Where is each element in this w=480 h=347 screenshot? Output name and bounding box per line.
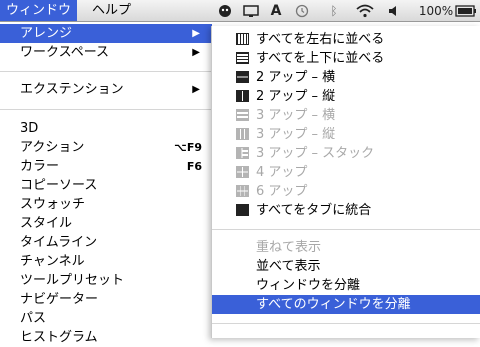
menu-item-label: エクステンション xyxy=(20,82,124,97)
submenu-item-tile-horizontal[interactable]: すべてを上下に並べる xyxy=(212,49,480,68)
bluetooth-icon[interactable]: ᛒ xyxy=(326,0,342,21)
submenu-item-label: すべてを上下に並べる xyxy=(256,51,385,66)
menu-item-styles[interactable]: スタイル xyxy=(0,214,212,233)
submenu-arrow-icon: ▶ xyxy=(192,47,200,58)
submenu-item-3up-stack: 3 アップ – スタック xyxy=(212,144,480,163)
submenu-item-2up-horizontal[interactable]: 2 アップ – 横 xyxy=(212,68,480,87)
three-up-stack-icon xyxy=(236,147,249,159)
submenu-item-label: すべてをタブに統合 xyxy=(256,203,372,218)
submenu-item-float-in-window[interactable]: ウィンドウを分離 xyxy=(212,276,480,295)
submenu-item-tile-vertical[interactable]: すべてを左右に並べる xyxy=(212,30,480,49)
menu-item-label: アクション xyxy=(20,140,85,155)
submenu-item-4up: 4 アップ xyxy=(212,163,480,182)
menu-item-label: アレンジ xyxy=(20,26,73,41)
menu-item-extensions[interactable]: エクステンション ▶ xyxy=(0,80,212,99)
menu-window[interactable]: ウィンドウ xyxy=(0,0,78,21)
submenu-item-label: 3 アップ – スタック xyxy=(256,146,375,161)
submenu-item-3up-horizontal: 3 アップ – 横 xyxy=(212,106,480,125)
submenu-item-3up-vertical: 3 アップ – 縦 xyxy=(212,125,480,144)
arrange-submenu: すべてを左右に並べる すべてを上下に並べる 2 アップ – 横 2 アップ – … xyxy=(211,26,480,338)
menu-separator xyxy=(212,229,480,230)
menu-item-label: カラー xyxy=(20,159,60,174)
submenu-arrow-icon: ▶ xyxy=(192,84,200,95)
four-up-icon xyxy=(236,166,249,178)
submenu-item-label: 3 アップ – 縦 xyxy=(256,127,336,142)
menu-item-workspace[interactable]: ワークスペース ▶ xyxy=(0,43,212,62)
menu-item-actions[interactable]: アクション ⌥F9 xyxy=(0,138,212,157)
menu-item-paths[interactable]: パス xyxy=(0,309,212,328)
shortcut-label: ⌥F9 xyxy=(174,141,202,154)
two-up-vertical-icon xyxy=(236,90,249,102)
submenu-item-float-all[interactable]: すべてのウィンドウを分離 xyxy=(212,295,480,314)
menu-separator xyxy=(0,71,212,72)
window-menu: アレンジ ▶ ワークスペース ▶ エクステンション ▶ 3D アクション ⌥F9… xyxy=(0,22,212,345)
two-up-horizontal-icon xyxy=(236,71,249,83)
menu-item-clone-source[interactable]: コピーソース xyxy=(0,176,212,195)
menu-item-color[interactable]: カラー F6 xyxy=(0,157,212,176)
submenu-item-consolidate-tabs[interactable]: すべてをタブに統合 xyxy=(212,201,480,220)
rows-icon xyxy=(236,52,249,64)
submenu-item-6up: 6 アップ xyxy=(212,182,480,201)
consolidate-tabs-icon xyxy=(236,204,249,216)
display-icon[interactable] xyxy=(240,0,262,21)
columns-icon xyxy=(236,33,249,45)
submenu-item-label: 6 アップ xyxy=(256,184,308,199)
submenu-item-label: すべてを左右に並べる xyxy=(256,32,385,47)
six-up-icon xyxy=(236,185,249,197)
menu-item-swatches[interactable]: スウォッチ xyxy=(0,195,212,214)
face-icon[interactable] xyxy=(216,0,234,21)
submenu-item-2up-vertical[interactable]: 2 アップ – 縦 xyxy=(212,87,480,106)
menu-item-timeline[interactable]: タイムライン xyxy=(0,233,212,252)
submenu-arrow-icon: ▶ xyxy=(192,28,200,39)
submenu-item-label: 4 アップ xyxy=(256,165,308,180)
menu-item-3d[interactable]: 3D xyxy=(0,119,212,138)
menu-help[interactable]: ヘルプ xyxy=(86,0,137,21)
submenu-item-label: 2 アップ – 縦 xyxy=(256,89,336,104)
menu-item-tool-presets[interactable]: ツールプリセット xyxy=(0,271,212,290)
menu-bar: ウィンドウ ヘルプ A ᛒ 100% xyxy=(0,0,480,22)
wifi-icon[interactable] xyxy=(354,0,376,21)
volume-icon[interactable] xyxy=(386,0,402,21)
menu-item-label: ワークスペース xyxy=(20,45,110,60)
menu-item-channels[interactable]: チャンネル xyxy=(0,252,212,271)
menu-item-arrange[interactable]: アレンジ ▶ xyxy=(0,24,212,43)
battery-icon[interactable] xyxy=(454,0,478,21)
menu-item-navigator[interactable]: ナビゲーター xyxy=(0,290,212,309)
three-up-vertical-icon xyxy=(236,128,249,140)
menu-separator xyxy=(0,109,212,110)
battery-percent: 100% xyxy=(418,3,454,18)
submenu-item-label: 3 アップ – 横 xyxy=(256,108,336,123)
three-up-horizontal-icon xyxy=(236,109,249,121)
submenu-item-label: 2 アップ – 横 xyxy=(256,70,336,85)
time-machine-icon[interactable] xyxy=(292,0,312,21)
shortcut-label: F6 xyxy=(186,160,202,173)
submenu-item-cascade: 重ねて表示 xyxy=(256,240,322,255)
submenu-item-tile[interactable]: 並べて表示 xyxy=(212,257,480,276)
menu-separator xyxy=(212,323,480,324)
adobe-icon[interactable]: A xyxy=(266,0,286,21)
